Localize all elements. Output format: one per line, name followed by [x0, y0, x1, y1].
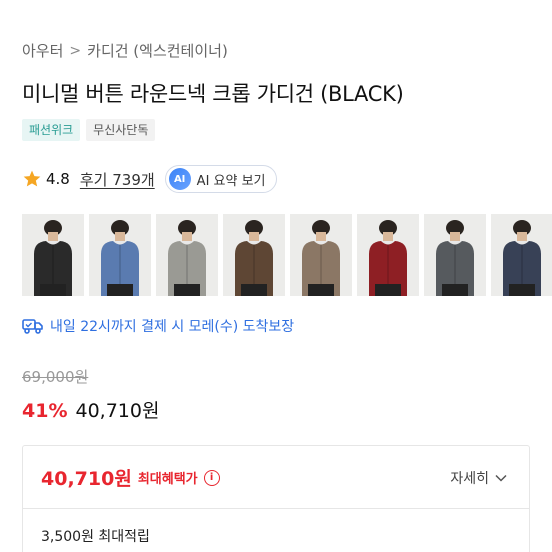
price-row: 41% 40,710원 [22, 396, 159, 423]
product-thumbnail[interactable] [89, 214, 151, 296]
model-image [357, 214, 419, 296]
ai-summary-label: AI 요약 보기 [196, 173, 266, 189]
breadcrumb: 아우터 > 카디건 (엑스컨테이너) [22, 40, 228, 61]
model-image [89, 214, 151, 296]
delivery-info: 내일 22시까지 결제 시 모레(수) 도착보장 [22, 316, 294, 336]
model-image [156, 214, 218, 296]
info-icon[interactable]: i [203, 469, 220, 486]
model-image [424, 214, 486, 296]
ai-summary-button[interactable]: AI AI 요약 보기 [164, 165, 277, 193]
tag-exclusive: 무신사단독 [86, 119, 156, 141]
model-image [491, 214, 552, 296]
original-price: 69,000원 [22, 368, 89, 386]
product-title: 미니멀 버튼 라운드넥 크롭 가디건 (BLACK) [22, 82, 404, 106]
product-thumbnail[interactable] [156, 214, 218, 296]
ai-icon: AI [168, 168, 191, 190]
divider [23, 508, 529, 509]
delivery-text: 내일 22시까지 결제 시 모레(수) 도착보장 [50, 319, 295, 335]
detail-toggle-button[interactable]: 자세히 [450, 468, 507, 488]
truck-icon [22, 319, 43, 334]
benefit-header: 40,710원 최대혜택가 i [41, 464, 220, 491]
rating-score: 4.8 [46, 170, 70, 188]
model-image [22, 214, 84, 296]
detail-label: 자세히 [450, 471, 489, 487]
rating-row: 4.8 후기 739개 AI AI 요약 보기 [22, 164, 277, 194]
star-icon [23, 170, 41, 187]
max-points: 3,500원 최대적립 [41, 529, 150, 545]
breadcrumb-item-outer[interactable]: 아우터 [22, 40, 63, 61]
product-thumbnail[interactable] [22, 214, 84, 296]
product-tags: 패션위크 무신사단독 [22, 119, 156, 141]
chevron-down-icon [495, 474, 507, 482]
thumbnail-strip [22, 214, 552, 296]
product-thumbnail[interactable] [424, 214, 486, 296]
product-thumbnail[interactable] [357, 214, 419, 296]
product-thumbnail[interactable] [223, 214, 285, 296]
breadcrumb-item-cardigan[interactable]: 카디건 (엑스컨테이너) [87, 40, 228, 61]
tag-fashion-week: 패션위크 [22, 119, 81, 141]
sale-price: 40,710원 [75, 400, 160, 422]
max-benefit-box: 40,710원 최대혜택가 i 자세히 3,500원 최대적립 [22, 445, 530, 552]
discount-rate: 41% [22, 400, 68, 422]
review-count-link[interactable]: 후기 739개 [80, 169, 155, 190]
breadcrumb-separator: > [69, 42, 82, 59]
product-thumbnail[interactable] [491, 214, 552, 296]
model-image [223, 214, 285, 296]
product-thumbnail[interactable] [290, 214, 352, 296]
benefit-label: 최대혜택가 [137, 472, 198, 487]
benefit-price: 40,710원 [41, 468, 132, 490]
model-image [290, 214, 352, 296]
